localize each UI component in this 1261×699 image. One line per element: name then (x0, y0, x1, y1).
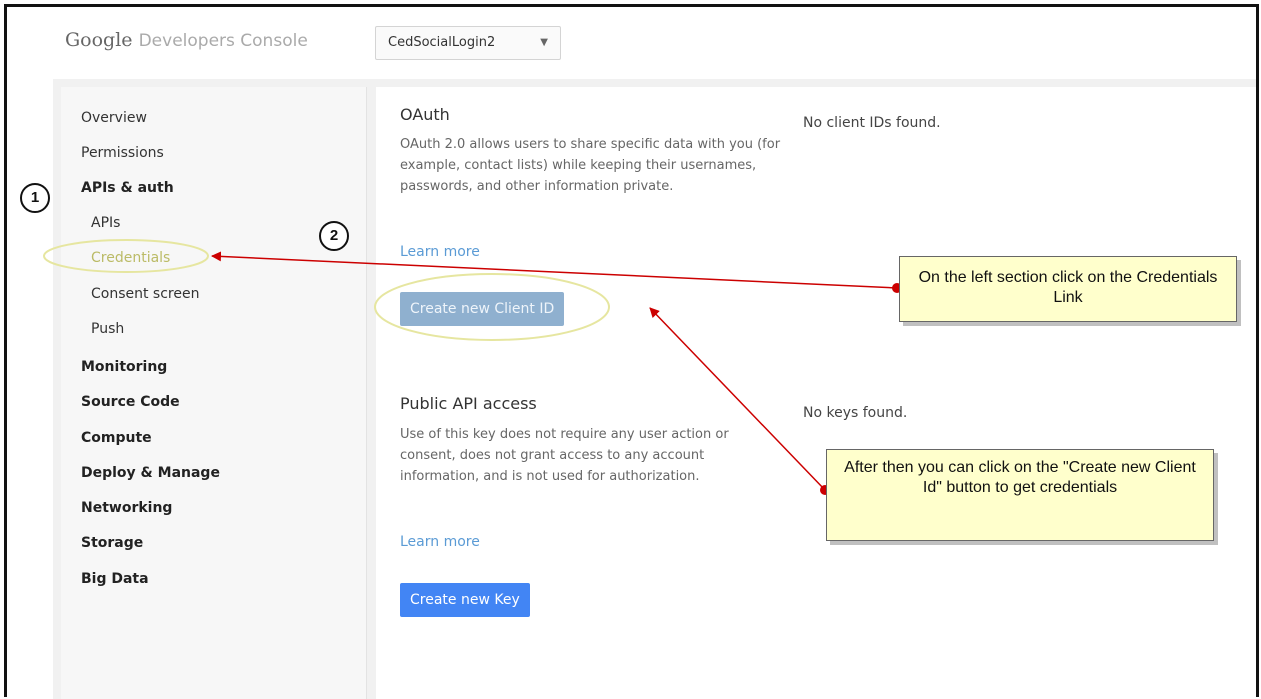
sidebar-item-compute[interactable]: Compute (81, 430, 152, 446)
project-selector[interactable]: CedSocialLogin2 ▼ (375, 26, 561, 60)
logo-product: Developers Console (138, 31, 308, 51)
sidebar-item-apis[interactable]: APIs (91, 215, 120, 231)
public-api-learn-more-link[interactable]: Learn more (400, 534, 480, 550)
sidebar-item-storage[interactable]: Storage (81, 535, 143, 551)
sidebar-item-push[interactable]: Push (91, 321, 124, 337)
sidebar-item-big-data[interactable]: Big Data (81, 571, 149, 587)
sidebar: Overview Permissions APIs & auth APIs Cr… (61, 87, 367, 699)
sidebar-item-monitoring[interactable]: Monitoring (81, 359, 167, 375)
sidebar-item-credentials[interactable]: Credentials (91, 250, 170, 266)
callout-create-client-id: After then you can click on the "Create … (826, 449, 1214, 541)
content-area: Overview Permissions APIs & auth APIs Cr… (53, 79, 1256, 699)
step-marker-2: 2 (319, 221, 349, 251)
step-marker-1: 1 (20, 183, 50, 213)
sidebar-item-consent-screen[interactable]: Consent screen (91, 286, 199, 302)
public-api-title: Public API access (400, 394, 537, 413)
project-name: CedSocialLogin2 (388, 35, 496, 50)
sidebar-item-source-code[interactable]: Source Code (81, 394, 180, 410)
screenshot-frame: Google Developers Console CedSocialLogin… (4, 4, 1259, 699)
create-client-id-button[interactable]: Create new Client ID (400, 292, 565, 326)
callout-credentials: On the left section click on the Credent… (899, 256, 1237, 322)
sidebar-item-networking[interactable]: Networking (81, 500, 172, 516)
oauth-learn-more-link[interactable]: Learn more (400, 244, 480, 260)
main-panel: OAuth OAuth 2.0 allows users to share sp… (376, 87, 1256, 699)
sidebar-item-apis-auth[interactable]: APIs & auth (81, 180, 174, 196)
sidebar-item-deploy-manage[interactable]: Deploy & Manage (81, 465, 220, 481)
sidebar-item-overview[interactable]: Overview (81, 110, 147, 126)
oauth-empty-message: No client IDs found. (803, 115, 941, 131)
public-api-empty-message: No keys found. (803, 405, 908, 421)
top-bar: Google Developers Console CedSocialLogin… (7, 7, 1256, 79)
oauth-title: OAuth (400, 105, 450, 124)
sidebar-item-permissions[interactable]: Permissions (81, 145, 164, 161)
public-api-description: Use of this key does not require any use… (400, 427, 729, 484)
create-key-button[interactable]: Create new Key (400, 583, 530, 617)
logo-brand: Google (65, 29, 133, 51)
chevron-down-icon: ▼ (540, 37, 548, 48)
app-logo[interactable]: Google Developers Console (65, 29, 308, 51)
oauth-description: OAuth 2.0 allows users to share specific… (400, 137, 781, 194)
